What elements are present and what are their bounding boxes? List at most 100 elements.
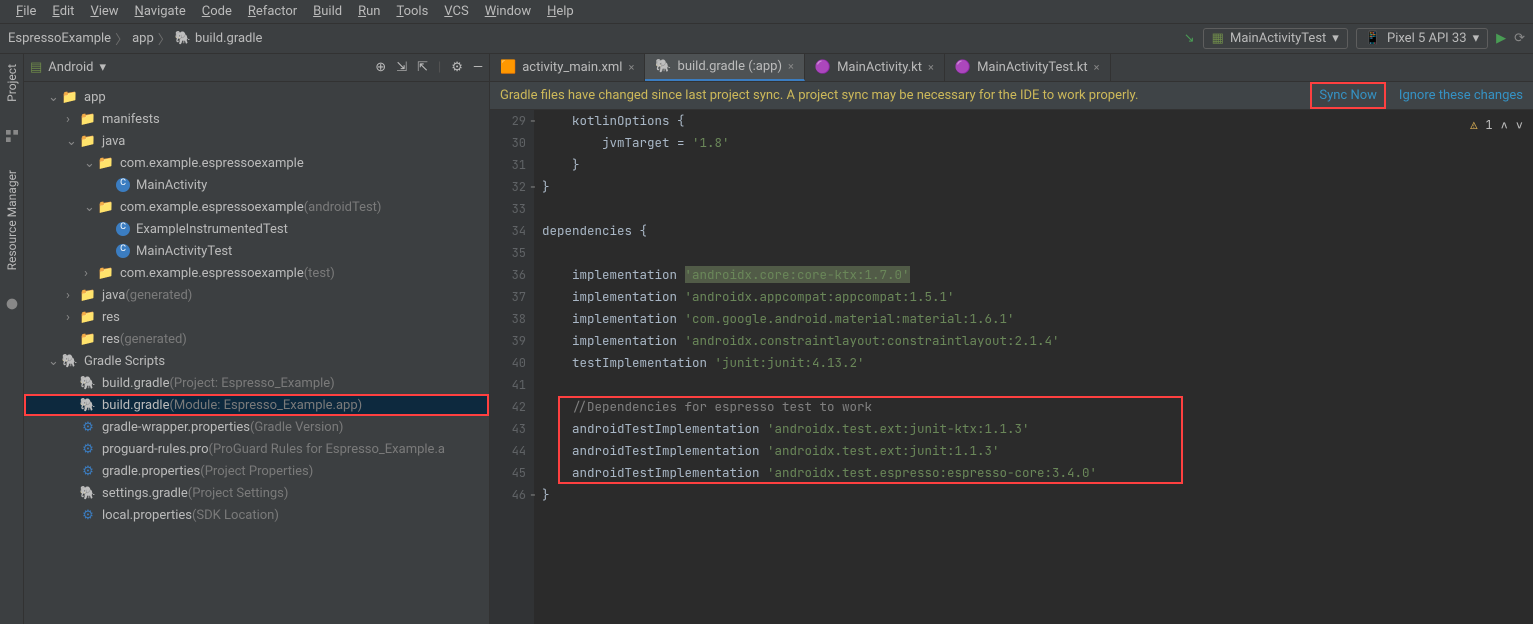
code-line[interactable]: [542, 242, 1533, 264]
editor-tab[interactable]: 🟧 activity_main.xml ×: [490, 54, 645, 81]
build-icon[interactable]: ↘: [1184, 31, 1195, 46]
menu-view[interactable]: View: [82, 1, 126, 22]
menu-code[interactable]: Code: [194, 1, 240, 22]
close-icon[interactable]: ×: [928, 61, 934, 74]
gradle-icon: 🐘: [175, 31, 191, 46]
resource-manager-tool-button[interactable]: Resource Manager: [3, 164, 21, 276]
sync-now-link[interactable]: Sync Now: [1313, 85, 1383, 106]
tree-row[interactable]: ⌄🐘 Gradle Scripts: [24, 350, 489, 372]
tree-arrow-icon[interactable]: ›: [66, 310, 78, 325]
tree-label: Gradle Scripts: [84, 354, 165, 369]
menu-navigate[interactable]: Navigate: [127, 1, 194, 22]
tree-row[interactable]: CExampleInstrumentedTest: [24, 218, 489, 240]
code-line[interactable]: testImplementation 'junit:junit:4.13.2': [542, 352, 1533, 374]
editor-content[interactable]: ⚠ 1 ∧ ∨ kotlinOptions {− jvmTarget = '1.…: [534, 110, 1533, 624]
code-line[interactable]: androidTestImplementation 'androidx.test…: [542, 440, 1533, 462]
tree-row[interactable]: ›📁java (generated): [24, 284, 489, 306]
expand-all-icon[interactable]: ⇲: [396, 60, 407, 75]
code-line[interactable]: }−: [542, 176, 1533, 198]
menu-run[interactable]: Run: [350, 1, 388, 22]
apply-changes-button[interactable]: ⟳: [1514, 31, 1525, 46]
breadcrumb-item[interactable]: build.gradle: [195, 31, 262, 46]
breadcrumb-item[interactable]: EspressoExample: [8, 31, 111, 46]
tree-label-qualifier: (test): [304, 266, 335, 281]
project-tree[interactable]: ⌄📁app›📁manifests⌄📁java⌄📁com.example.espr…: [24, 82, 489, 530]
tree-arrow-icon[interactable]: ⌄: [84, 200, 96, 215]
tab-label: activity_main.xml: [522, 60, 622, 75]
close-icon[interactable]: ×: [628, 61, 634, 74]
run-config-selector[interactable]: ▦ MainActivityTest ▾: [1203, 28, 1348, 49]
collapse-all-icon[interactable]: ⇱: [417, 60, 428, 75]
fold-icon[interactable]: −: [526, 110, 540, 132]
tree-row[interactable]: ›📁com.example.espressoexample (test): [24, 262, 489, 284]
run-button[interactable]: ▶: [1496, 31, 1506, 46]
tree-row[interactable]: ⌄📁com.example.espressoexample (androidTe…: [24, 196, 489, 218]
tree-row[interactable]: ›📁manifests: [24, 108, 489, 130]
ignore-changes-link[interactable]: Ignore these changes: [1399, 88, 1523, 103]
breadcrumb-item[interactable]: app: [132, 31, 154, 46]
code-line[interactable]: implementation 'androidx.appcompat:appco…: [542, 286, 1533, 308]
menu-refactor[interactable]: Refactor: [240, 1, 305, 22]
editor-tab[interactable]: 🐘build.gradle (:app)×: [645, 54, 805, 81]
hide-panel-icon[interactable]: —: [473, 60, 483, 75]
folder-icon: 🐘: [62, 354, 78, 369]
editor-tab[interactable]: 🟣MainActivity.kt×: [805, 54, 945, 81]
code-line[interactable]: }: [542, 154, 1533, 176]
file-icon: 🐘: [655, 59, 671, 74]
code-line[interactable]: jvmTarget = '1.8': [542, 132, 1533, 154]
file-icon: 🟧: [500, 60, 516, 75]
tree-arrow-icon[interactable]: ⌄: [48, 354, 60, 369]
tree-row[interactable]: ⌄📁java: [24, 130, 489, 152]
code-line[interactable]: implementation 'androidx.constraintlayou…: [542, 330, 1533, 352]
tree-row[interactable]: ⚙proguard-rules.pro (ProGuard Rules for …: [24, 438, 489, 460]
tree-label: build.gradle: [102, 398, 169, 413]
editor-tab[interactable]: 🟣MainActivityTest.kt×: [945, 54, 1111, 81]
menu-vcs[interactable]: VCS: [436, 1, 476, 22]
menu-edit[interactable]: Edit: [44, 1, 82, 22]
menu-help[interactable]: Help: [539, 1, 582, 22]
tree-arrow-icon[interactable]: ⌄: [66, 134, 78, 149]
tree-arrow-icon[interactable]: ⌄: [84, 156, 96, 171]
code-line[interactable]: }−: [542, 484, 1533, 506]
tree-row[interactable]: ⌄📁com.example.espressoexample: [24, 152, 489, 174]
device-selector[interactable]: 📱 Pixel 5 API 33 ▾: [1356, 28, 1488, 49]
tree-row[interactable]: 🐘settings.gradle (Project Settings): [24, 482, 489, 504]
tree-row[interactable]: ⚙gradle.properties (Project Properties): [24, 460, 489, 482]
close-icon[interactable]: ×: [1094, 61, 1100, 74]
gear-icon[interactable]: ⚙: [451, 60, 463, 75]
tree-row[interactable]: ⚙local.properties (SDK Location): [24, 504, 489, 526]
code-line[interactable]: implementation 'com.google.android.mater…: [542, 308, 1533, 330]
code-line[interactable]: [542, 374, 1533, 396]
menu-file[interactable]: File: [8, 1, 44, 22]
code-line[interactable]: kotlinOptions {−: [542, 110, 1533, 132]
project-tool-button[interactable]: Project: [3, 58, 21, 108]
code-line[interactable]: [542, 198, 1533, 220]
code-line[interactable]: //Dependencies for espresso test to work: [542, 396, 1533, 418]
close-icon[interactable]: ×: [788, 60, 794, 73]
tree-arrow-icon[interactable]: ›: [84, 266, 96, 281]
fold-icon[interactable]: −: [526, 176, 540, 198]
menu-build[interactable]: Build: [305, 1, 350, 22]
project-view-mode[interactable]: Android: [48, 60, 93, 75]
code-line[interactable]: dependencies {: [542, 220, 1533, 242]
tree-row[interactable]: ⚙gradle-wrapper.properties (Gradle Versi…: [24, 416, 489, 438]
tree-row[interactable]: CMainActivityTest: [24, 240, 489, 262]
tree-row[interactable]: ›📁res: [24, 306, 489, 328]
tree-arrow-icon[interactable]: ›: [66, 112, 78, 127]
tree-row[interactable]: 📁res (generated): [24, 328, 489, 350]
tree-row[interactable]: CMainActivity: [24, 174, 489, 196]
tree-arrow-icon[interactable]: ›: [66, 288, 78, 303]
code-line[interactable]: implementation 'androidx.core:core-ktx:1…: [542, 264, 1533, 286]
tree-arrow-icon[interactable]: ⌄: [48, 90, 60, 105]
code-line[interactable]: androidTestImplementation 'androidx.test…: [542, 462, 1533, 484]
fold-icon[interactable]: −: [526, 484, 540, 506]
tree-row[interactable]: 🐘build.gradle (Project: Espresso_Example…: [24, 372, 489, 394]
tree-row[interactable]: ⌄📁app: [24, 86, 489, 108]
code-editor[interactable]: 293031323334353637383940414243444546 ⚠ 1…: [490, 110, 1533, 624]
menu-tools[interactable]: Tools: [388, 1, 436, 22]
tool-window-bar: Project Resource Manager: [0, 54, 24, 624]
select-opened-file-icon[interactable]: ⊕: [375, 60, 386, 75]
tree-row[interactable]: 🐘build.gradle (Module: Espresso_Example.…: [24, 394, 489, 416]
code-line[interactable]: androidTestImplementation 'androidx.test…: [542, 418, 1533, 440]
menu-window[interactable]: Window: [477, 1, 539, 22]
